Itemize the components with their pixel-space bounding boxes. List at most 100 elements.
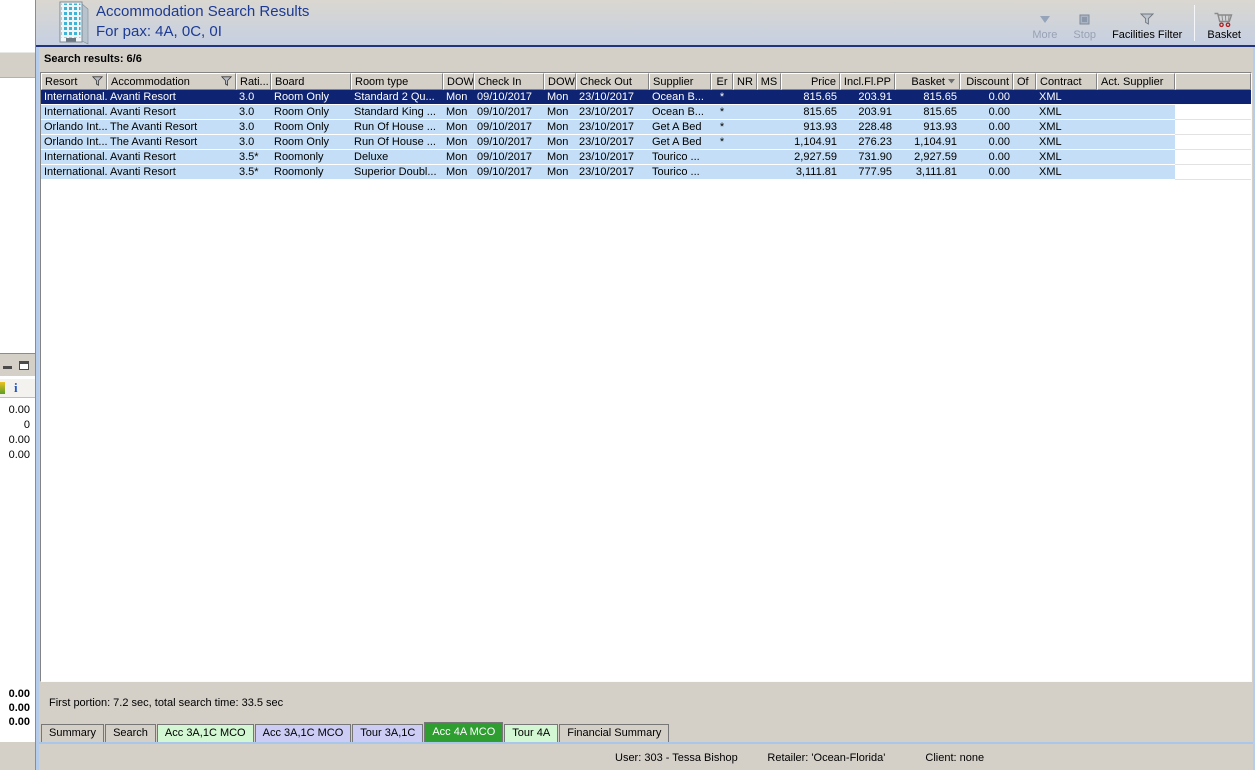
column-filter-funnel-icon[interactable]: [91, 75, 104, 89]
column-header-label: Act. Supplier: [1101, 76, 1164, 88]
page-subtitle-pax: For pax: 4A, 0C, 0I: [96, 23, 222, 40]
column-header-incl-fl-pp[interactable]: Incl.Fl.PP: [840, 73, 895, 90]
column-header-dow[interactable]: DOW: [443, 73, 474, 90]
table-cell: Avanti Resort: [107, 90, 236, 105]
table-row[interactable]: International... Avanti Resort 3.5* Roomonl…: [41, 150, 1251, 165]
table-cell: Avanti Resort: [107, 150, 236, 165]
table-cell: [1175, 120, 1251, 135]
table-cell: 0.00: [960, 90, 1013, 105]
table-cell: Mon: [443, 165, 474, 180]
table-cell: 913.93: [895, 120, 960, 135]
column-header-room-type[interactable]: Room type: [351, 73, 443, 90]
stop-button: Stop: [1065, 3, 1104, 41]
tab-acc-4a-mco[interactable]: Acc 4A MCO: [424, 722, 504, 742]
column-header-label: Incl.Fl.PP: [843, 76, 891, 88]
tab-acc-3a-1c-mco[interactable]: Acc 3A,1C MCO: [254, 724, 352, 742]
column-filter-funnel-icon[interactable]: [220, 75, 233, 89]
table-cell: Mon: [443, 120, 474, 135]
minimize-icon[interactable]: [3, 361, 12, 369]
column-header-resort[interactable]: Resort: [41, 73, 107, 90]
panel-value: 0.00: [8, 434, 30, 446]
table-cell: [733, 105, 757, 120]
table-cell: [711, 150, 733, 165]
table-cell: [1175, 165, 1251, 180]
table-row[interactable]: International... Avanti Resort 3.0 Room Onl…: [41, 105, 1251, 120]
tab-tour-4a[interactable]: Tour 4A: [504, 724, 559, 742]
more-chevron-icon: [1039, 10, 1051, 28]
table-cell: Ocean B...: [649, 105, 711, 120]
table-row[interactable]: International... Avanti Resort 3.5* Roomonl…: [41, 165, 1251, 180]
column-header-accommodation[interactable]: Accommodation: [107, 73, 236, 90]
table-row[interactable]: Orlando Int... The Avanti Resort 3.0 Room O…: [41, 135, 1251, 150]
status-bar: User: 303 - Tessa Bishop Retailer: 'Ocean…: [39, 746, 1253, 770]
column-header-nr[interactable]: NR: [733, 73, 757, 90]
column-header-basket[interactable]: Basket: [895, 73, 960, 90]
table-row[interactable]: Orlando Int... The Avanti Resort 3.0 Room O…: [41, 120, 1251, 135]
table-row[interactable]: International... Avanti Resort 3.0 Room Onl…: [41, 90, 1251, 105]
table-cell: Mon: [544, 120, 576, 135]
table-cell: 3.0: [236, 90, 271, 105]
table-cell: [1175, 105, 1251, 120]
tab-financial-summary[interactable]: Financial Summary: [559, 724, 670, 742]
table-cell: 815.65: [895, 90, 960, 105]
table-cell: 228.48: [840, 120, 895, 135]
table-cell: 731.90: [840, 150, 895, 165]
table-cell: *: [711, 90, 733, 105]
tab-summary[interactable]: Summary: [41, 724, 105, 742]
column-header-label: Board: [275, 76, 305, 88]
table-cell: Mon: [544, 150, 576, 165]
column-header-rati-[interactable]: Rati...: [236, 73, 271, 90]
column-header-label: Er: [716, 76, 728, 88]
column-header-label: NR: [737, 76, 753, 88]
table-cell: [757, 150, 781, 165]
tab-tour-3a-1c[interactable]: Tour 3A,1C: [352, 724, 424, 742]
table-cell: 0.00: [960, 135, 1013, 150]
column-header-check-out[interactable]: Check Out: [576, 73, 649, 90]
table-cell: 09/10/2017: [474, 120, 544, 135]
table-cell: 09/10/2017: [474, 90, 544, 105]
table-cell: Avanti Resort: [107, 105, 236, 120]
more-button: More: [1024, 3, 1065, 41]
search-results-count: Search results: 6/6: [44, 53, 142, 65]
results-content: Search results: 6/6 Resort Accommodation R…: [36, 47, 1255, 770]
table-cell: 09/10/2017: [474, 150, 544, 165]
facilities-filter-button[interactable]: Facilities Filter: [1104, 3, 1190, 41]
column-header-discount[interactable]: Discount: [960, 73, 1013, 90]
column-header-act-supplier[interactable]: Act. Supplier: [1097, 73, 1175, 90]
table-cell: [733, 90, 757, 105]
table-cell: XML: [1036, 90, 1097, 105]
table-cell: Room Only: [271, 135, 351, 150]
left-panel-upper-values: 0.00 0 0.00 0.00: [0, 403, 35, 463]
left-panel-bottom-band: [0, 742, 35, 770]
column-header-of[interactable]: Of: [1013, 73, 1036, 90]
table-cell: 23/10/2017: [576, 135, 649, 150]
column-header-filler: [1175, 73, 1251, 90]
partial-toolbar-icon: [0, 382, 5, 394]
table-cell: 203.91: [840, 105, 895, 120]
table-cell: 3.5*: [236, 150, 271, 165]
table-cell: 0.00: [960, 165, 1013, 180]
column-header-check-in[interactable]: Check In: [474, 73, 544, 90]
table-cell: Room Only: [271, 90, 351, 105]
basket-button[interactable]: Basket: [1199, 3, 1249, 41]
toolbar-button-label: Stop: [1073, 29, 1097, 41]
column-header-ms[interactable]: MS: [757, 73, 781, 90]
column-header-price[interactable]: Price: [781, 73, 840, 90]
user-status-text: User: 303 - Tessa Bishop: [615, 752, 738, 764]
column-header-label: Accommodation: [111, 76, 190, 88]
tab-search[interactable]: Search: [105, 724, 156, 742]
table-cell: International...: [41, 90, 107, 105]
column-header-dow[interactable]: DOW: [544, 73, 576, 90]
booking-tab-bar: Summary Search Acc 3A,1C MCO Acc 3A,1C MCO T…: [39, 722, 1253, 744]
restore-window-icon[interactable]: [19, 360, 29, 370]
table-cell: 3.0: [236, 120, 271, 135]
tab-acc-3a-1c-mco[interactable]: Acc 3A,1C MCO: [156, 724, 254, 742]
table-cell: [733, 165, 757, 180]
table-cell: The Avanti Resort: [107, 120, 236, 135]
info-icon[interactable]: i: [14, 380, 18, 396]
column-header-board[interactable]: Board: [271, 73, 351, 90]
column-header-label: Check Out: [580, 76, 632, 88]
column-header-contract[interactable]: Contract: [1036, 73, 1097, 90]
column-header-supplier[interactable]: Supplier: [649, 73, 711, 90]
column-header-er[interactable]: Er: [711, 73, 733, 90]
